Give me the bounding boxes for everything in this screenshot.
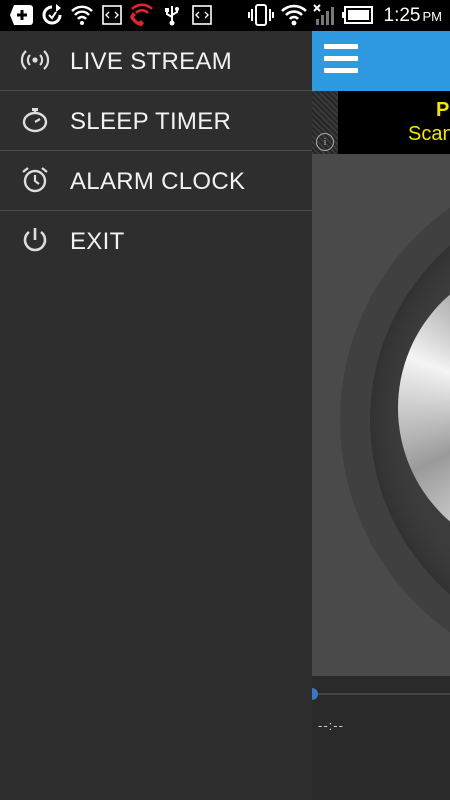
ad-banner[interactable]: i P Scan bbox=[312, 91, 450, 154]
hamburger-menu-icon[interactable] bbox=[324, 44, 358, 76]
power-icon bbox=[20, 225, 50, 255]
player-area bbox=[312, 154, 450, 676]
battery-icon bbox=[342, 4, 374, 26]
ad-text-line1: P bbox=[436, 99, 450, 121]
menu-item-alarm-clock[interactable]: ALARM CLOCK bbox=[0, 151, 312, 211]
radio-waves-icon bbox=[20, 45, 50, 75]
menu-item-label: LIVE STREAM bbox=[70, 48, 233, 75]
menu-item-exit[interactable]: EXIT bbox=[0, 211, 312, 270]
code-icon bbox=[192, 4, 212, 26]
ad-text-line2: Scan bbox=[408, 123, 450, 145]
menu-item-live-stream[interactable]: LIVE STREAM bbox=[0, 31, 312, 91]
menu-item-label: ALARM CLOCK bbox=[70, 168, 246, 195]
vibrate-icon bbox=[248, 4, 274, 26]
cell-signal-icon bbox=[312, 4, 338, 26]
seek-area: --:-- bbox=[312, 676, 450, 800]
alarm-clock-icon bbox=[20, 165, 50, 195]
code-icon bbox=[102, 4, 122, 26]
seek-bar[interactable] bbox=[312, 693, 450, 695]
wifi-icon bbox=[70, 4, 94, 26]
clock: 1:25 PM bbox=[383, 5, 442, 26]
wifi-signal-icon bbox=[280, 4, 308, 26]
menu-item-label: SLEEP TIMER bbox=[70, 108, 232, 135]
add-icon bbox=[10, 4, 34, 26]
seek-thumb[interactable] bbox=[312, 688, 318, 700]
phone-wifi-icon bbox=[128, 3, 156, 26]
stopwatch-icon bbox=[20, 105, 50, 135]
menu-item-label: EXIT bbox=[70, 228, 125, 255]
elapsed-time: --:-- bbox=[318, 718, 344, 733]
radio-app: i P Scan --:-- bbox=[312, 31, 450, 800]
ad-info-icon[interactable]: i bbox=[316, 133, 334, 151]
sync-icon bbox=[40, 4, 64, 26]
usb-icon bbox=[162, 4, 182, 26]
status-bar: 1:25 PM bbox=[0, 0, 450, 31]
menu-item-sleep-timer[interactable]: SLEEP TIMER bbox=[0, 91, 312, 151]
navigation-drawer: LIVE STREAM SLEEP TIMER ALARM CLOCK EXIT bbox=[0, 31, 312, 800]
app-bar bbox=[312, 31, 450, 91]
